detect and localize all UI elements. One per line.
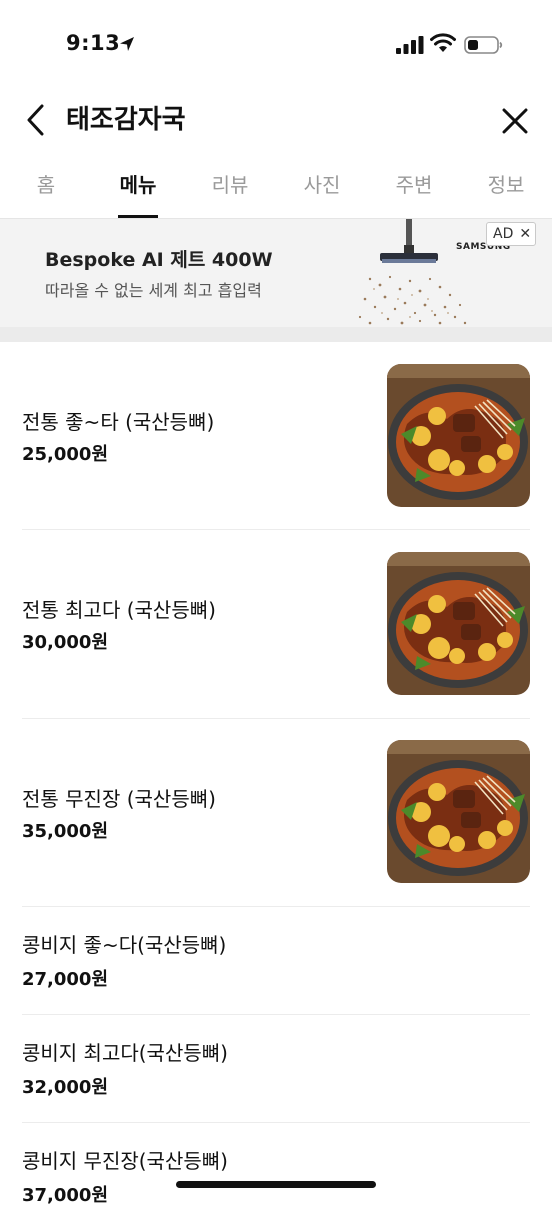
section-divider bbox=[0, 327, 552, 342]
menu-item-photo[interactable] bbox=[387, 552, 530, 695]
menu-item-name: 전통 최고다 (국산등뼈) bbox=[22, 598, 216, 622]
page-title: 태조감자국 bbox=[66, 105, 186, 135]
ad-banner[interactable]: Bespoke AI 제트 400W 따라올 수 없는 세계 최고 흡입력 SA… bbox=[0, 219, 552, 327]
wifi-icon bbox=[430, 33, 456, 52]
active-tab-indicator bbox=[118, 215, 158, 218]
menu-item-price: 32,000원 bbox=[22, 1077, 109, 1098]
menu-item-name: 콩비지 좋~다(국산등뼈) bbox=[22, 933, 227, 957]
menu-item-name: 전통 좋~타 (국산등뼈) bbox=[22, 410, 215, 434]
menu-item-name: 콩비지 최고다(국산등뼈) bbox=[22, 1041, 228, 1065]
menu-item[interactable]: 콩비지 좋~다(국산등뼈) 27,000원 bbox=[0, 907, 552, 1014]
close-icon[interactable] bbox=[500, 106, 530, 136]
tab-bar: 홈 메뉴 리뷰 사진 주변 정보 bbox=[0, 160, 552, 219]
menu-item-price: 37,000원 bbox=[22, 1185, 109, 1206]
tab-reviews[interactable]: 리뷰 bbox=[212, 168, 249, 208]
menu-item-photo[interactable] bbox=[387, 740, 530, 883]
menu-item[interactable]: 전통 최고다 (국산등뼈) 30,000원 bbox=[0, 530, 552, 718]
battery-icon bbox=[464, 36, 503, 54]
menu-item-price: 27,000원 bbox=[22, 969, 109, 990]
nav-header: 태조감자국 bbox=[0, 90, 552, 150]
menu-item[interactable]: 콩비지 최고다(국산등뼈) 32,000원 bbox=[0, 1015, 552, 1122]
ad-subtitle: 따라올 수 없는 세계 최고 흡입력 bbox=[45, 281, 262, 300]
ad-title: Bespoke AI 제트 400W bbox=[45, 249, 273, 271]
menu-item[interactable]: 전통 무진장 (국산등뼈) 35,000원 bbox=[0, 719, 552, 907]
signal-icon bbox=[396, 36, 424, 54]
tab-home[interactable]: 홈 bbox=[37, 168, 55, 208]
tab-menu[interactable]: 메뉴 bbox=[120, 168, 157, 208]
menu-item-price: 35,000원 bbox=[22, 821, 109, 842]
location-arrow-icon bbox=[120, 37, 134, 51]
menu-item[interactable]: 전통 좋~타 (국산등뼈) 25,000원 bbox=[0, 342, 552, 529]
ad-close-icon[interactable]: ✕ bbox=[519, 226, 531, 242]
menu-item-name: 콩비지 무진장(국산등뼈) bbox=[22, 1149, 228, 1173]
menu-item[interactable]: 콩비지 무진장(국산등뼈) 37,000원 bbox=[0, 1123, 552, 1206]
menu-item-name: 전통 무진장 (국산등뼈) bbox=[22, 787, 216, 811]
home-indicator[interactable] bbox=[176, 1181, 376, 1188]
menu-item-photo[interactable] bbox=[387, 364, 530, 507]
tab-info[interactable]: 정보 bbox=[488, 168, 525, 208]
status-time: 9:13 bbox=[66, 31, 121, 55]
status-bar: 9:13 bbox=[0, 0, 552, 90]
chevron-left-icon[interactable] bbox=[22, 102, 52, 138]
menu-item-price: 30,000원 bbox=[22, 632, 109, 653]
menu-item-price: 25,000원 bbox=[22, 444, 109, 465]
vacuum-cleaner-image bbox=[358, 219, 467, 325]
tab-photos[interactable]: 사진 bbox=[304, 168, 341, 208]
tab-nearby[interactable]: 주변 bbox=[396, 168, 433, 208]
ad-badge[interactable]: AD ✕ bbox=[486, 222, 537, 246]
ad-label: AD bbox=[493, 226, 514, 242]
